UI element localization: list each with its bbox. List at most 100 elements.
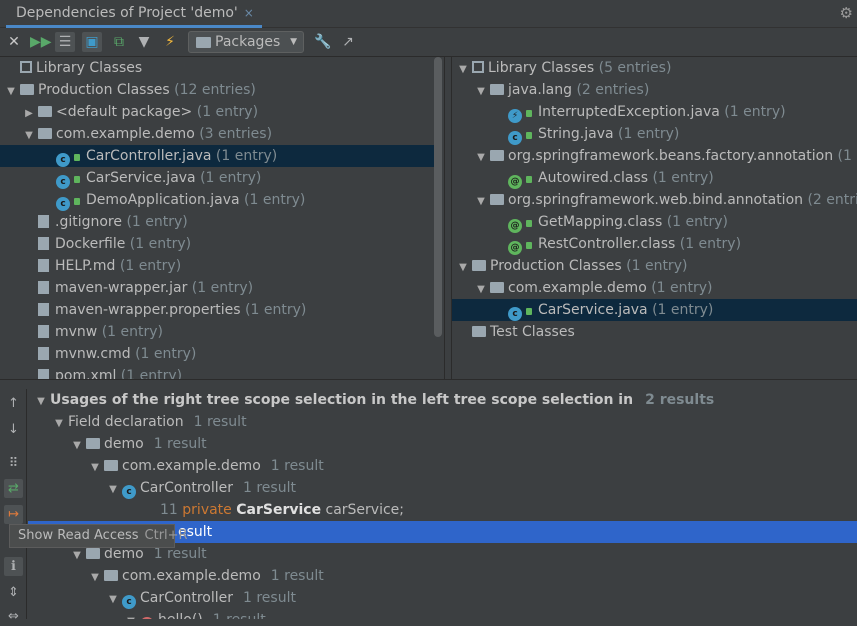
flash-icon[interactable]: ⚡ (160, 32, 180, 52)
tab-dependencies[interactable]: Dependencies of Project 'demo' × (6, 0, 262, 28)
tree-row[interactable]: .gitignore (1 entry) (0, 211, 441, 233)
folder-icon (490, 150, 504, 161)
tree-row[interactable]: ⚡ InterruptedException.java (1 entry) (452, 101, 857, 123)
usage-count: 1 result (193, 414, 247, 430)
tree-row[interactable]: c DemoApplication.java (1 entry) (0, 189, 441, 211)
tree-row[interactable]: mvnw.cmd (1 entry) (0, 343, 441, 365)
tree-label: mvnw (55, 324, 98, 340)
usage-row[interactable]: ▼mhello()1 result (28, 609, 857, 619)
code-line-row[interactable]: 11 private CarService carService; (28, 499, 404, 521)
usage-row[interactable]: ▼ demo 1 result (28, 433, 857, 455)
chevron-down-icon[interactable]: ▼ (88, 567, 102, 589)
panel-splitter[interactable] (444, 57, 452, 379)
chevron-down-icon[interactable]: ▼ (22, 125, 36, 147)
file-icon (38, 215, 49, 228)
tree-row[interactable]: mvnw (1 entry) (0, 321, 441, 343)
close-icon[interactable]: ✕ (4, 32, 24, 52)
filter-icon[interactable]: ▼ (134, 32, 154, 52)
collapse-all-icon[interactable]: ⇔ (4, 607, 23, 626)
filter-scope-icon[interactable]: ⧉ (109, 32, 129, 52)
tree-row[interactable]: maven-wrapper.properties (1 entry) (0, 299, 441, 321)
usage-row[interactable]: ▼ com.example.demo 1 result (28, 565, 857, 587)
usage-row[interactable]: ▼ c CarController 1 result (28, 477, 857, 499)
gear-icon[interactable]: ⚙ (840, 4, 853, 22)
chevron-down-icon[interactable]: ▼ (106, 479, 120, 501)
tree-row[interactable]: @ Autowired.class (1 entry) (452, 167, 857, 189)
horizontal-divider[interactable] (0, 379, 857, 389)
chevron-down-icon[interactable]: ▼ (474, 279, 488, 301)
tree-row[interactable]: Test Classes (452, 321, 857, 343)
lock-icon (526, 220, 532, 227)
chevron-down-icon: ▼ (290, 37, 297, 47)
tree-row[interactable]: Library Classes (0, 57, 441, 79)
tree-row[interactable]: maven-wrapper.jar (1 entry) (0, 277, 441, 299)
chevron-down-icon[interactable]: ▼ (88, 457, 102, 479)
folder-icon (104, 460, 118, 471)
chevron-down-icon[interactable]: ▼ (70, 545, 84, 567)
tree-row[interactable]: ▼ Library Classes (5 entries) (452, 57, 857, 79)
file-icon (38, 325, 49, 338)
tree-row[interactable]: ▼ Production Classes (12 entries) (0, 79, 441, 101)
chevron-down-icon[interactable]: ▼ (456, 257, 470, 279)
arrow-up-icon[interactable]: ↑ (4, 394, 23, 413)
tree-count: (1 entry) (240, 302, 307, 318)
tree-row[interactable]: ▶ <default package> (1 entry) (0, 101, 441, 123)
expand-all-icon[interactable]: ⇕ (4, 583, 23, 602)
packages-label: Packages (215, 34, 281, 50)
chevron-down-icon[interactable]: ▼ (70, 435, 84, 457)
tree-row[interactable]: ▼ com.example.demo (3 entries) (0, 123, 441, 145)
usage-label: hello() (158, 612, 203, 619)
tree-row[interactable]: @ GetMapping.class (1 entry) (452, 211, 857, 233)
tree-row[interactable]: ▼ Production Classes (1 entry) (452, 255, 857, 277)
tree-count: (1 entry) (647, 302, 714, 318)
tree-label: java.lang (508, 82, 573, 98)
show-read-access-icon[interactable]: ↦ (4, 505, 23, 524)
tree-row[interactable]: c String.java (1 entry) (452, 123, 857, 145)
tree-row[interactable]: Dockerfile (1 entry) (0, 233, 441, 255)
tab-close-icon[interactable]: × (244, 6, 254, 20)
usage-row[interactable]: ▼ com.example.demo 1 result (28, 455, 857, 477)
tree-row[interactable]: ▼ org.springframework.beans.factory.annot… (452, 145, 857, 167)
usage-label: demo (104, 436, 144, 452)
usage-row[interactable]: ▼ c CarController 1 result (28, 587, 857, 609)
rerun-icon[interactable]: ▶▶ (30, 32, 52, 52)
tree-row[interactable]: c CarService.java (1 entry) (452, 299, 857, 321)
arrow-down-icon[interactable]: ↓ (4, 420, 23, 439)
tree-row[interactable]: pom.xml (1 entry) (0, 365, 441, 379)
tree-row[interactable]: ▼ java.lang (2 entries) (452, 79, 857, 101)
tree-row[interactable]: @ RestController.class (1 entry) (452, 233, 857, 255)
export-icon[interactable]: ↗ (338, 32, 358, 52)
chevron-down-icon[interactable]: ▼ (474, 81, 488, 103)
group-by-icon[interactable]: ⠿ (4, 454, 23, 473)
chevron-down-icon[interactable]: ▼ (106, 589, 120, 611)
tree-row[interactable]: c CarController.java (1 entry) (0, 145, 441, 167)
flatten-icon[interactable]: ☰ (55, 32, 75, 52)
group-icon[interactable]: ▣ (82, 32, 102, 52)
tree-row[interactable]: ▼ com.example.demo (1 entry) (452, 277, 857, 299)
chevron-down-icon[interactable]: ▼ (474, 147, 488, 169)
chevron-down-icon[interactable]: ▼ (34, 391, 48, 413)
tree-label: GetMapping.class (538, 214, 663, 230)
left-tree-scrollbar[interactable] (434, 57, 442, 337)
tree-label: .gitignore (55, 214, 122, 230)
chevron-down-icon[interactable]: ▼ (4, 81, 18, 103)
show-write-access-icon[interactable]: ⇄ (4, 479, 23, 498)
chevron-down-icon[interactable]: ▼ (474, 191, 488, 213)
wrench-icon[interactable]: 🔧 (313, 32, 333, 52)
folder-icon (196, 37, 211, 48)
lock-icon (74, 154, 80, 161)
packages-dropdown[interactable]: Packages ▼ (188, 31, 304, 53)
chevron-down-icon[interactable]: ▼ (52, 413, 66, 435)
info-icon[interactable]: ℹ (4, 557, 23, 576)
tree-row[interactable]: c CarService.java (1 entry) (0, 167, 441, 189)
class-icon: c (122, 595, 136, 609)
folder-icon (38, 128, 52, 139)
tree-row[interactable]: ▼ org.springframework.web.bind.annotation… (452, 189, 857, 211)
tree-row[interactable]: HELP.md (1 entry) (0, 255, 441, 277)
chevron-down-icon[interactable]: ▼ (456, 59, 470, 81)
folder-icon (490, 282, 504, 293)
usage-row[interactable]: ▼ Field declaration 1 result (28, 411, 857, 433)
file-icon (38, 347, 49, 360)
chevron-right-icon[interactable]: ▶ (22, 103, 36, 125)
chevron-down-icon[interactable]: ▼ (124, 611, 138, 619)
